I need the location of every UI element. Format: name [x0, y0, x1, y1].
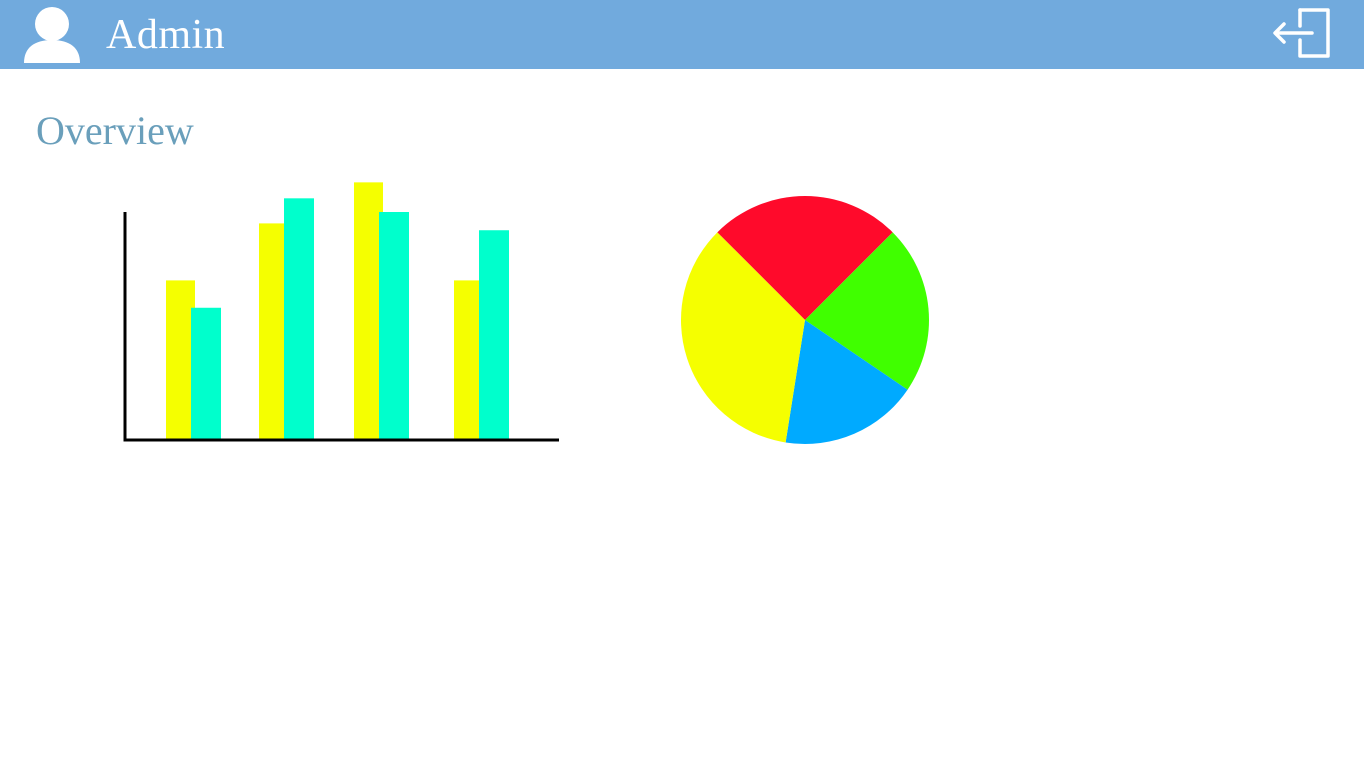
bar-series1-cat3 [354, 182, 383, 441]
bar-series2-cat3 [379, 212, 409, 440]
bar-series1-cat2 [259, 223, 288, 440]
top-bar: Admin [0, 0, 1364, 69]
page-title: Overview [36, 108, 194, 153]
bar-series2-cat4 [479, 230, 509, 440]
user-avatar-icon [24, 7, 80, 63]
pie-chart [681, 195, 929, 444]
bar-series1-cat1 [166, 280, 195, 440]
bar-series2-cat2 [284, 198, 314, 440]
bar-series2-cat1 [191, 307, 221, 440]
bar-chart [123, 182, 559, 442]
bar-series1-cat4 [454, 280, 483, 440]
username-label: Admin [106, 12, 226, 58]
logout-icon[interactable] [1270, 4, 1332, 60]
